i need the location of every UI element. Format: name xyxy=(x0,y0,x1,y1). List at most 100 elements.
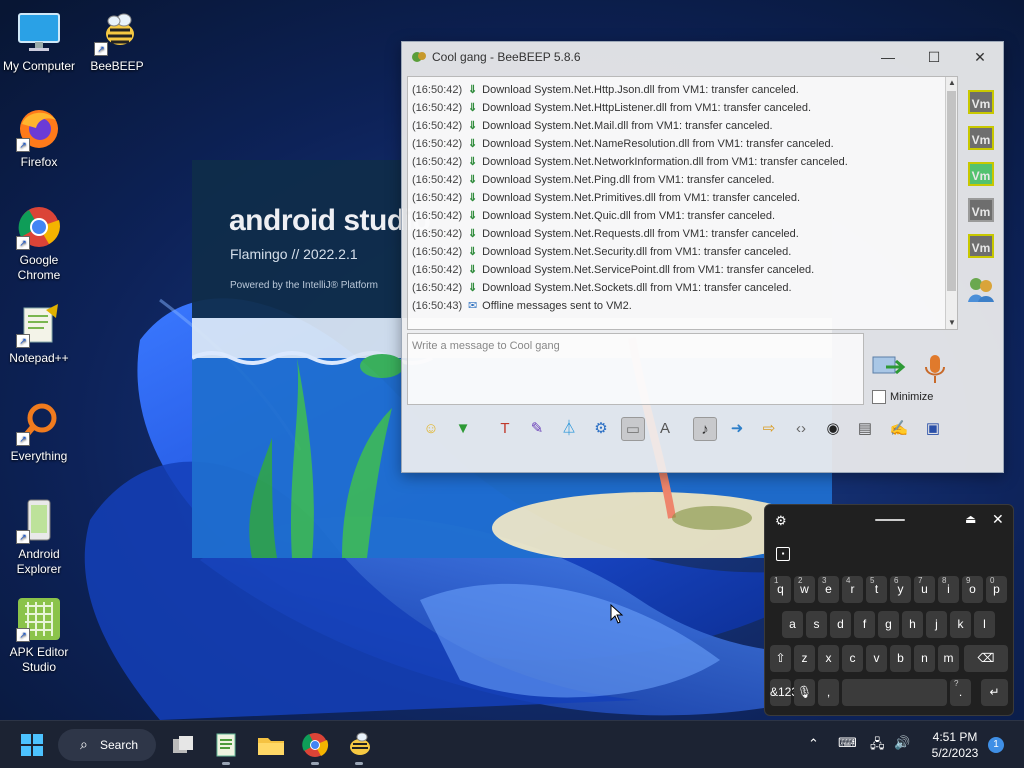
taskbar-app-beebeep[interactable] xyxy=(343,729,375,765)
emoticon-icon[interactable]: ☺ xyxy=(419,417,443,441)
keyboard-tray-icon[interactable]: ⌨ xyxy=(838,735,857,751)
key-e[interactable]: 3e xyxy=(818,576,839,603)
key-w[interactable]: 2w xyxy=(794,576,815,603)
taskbar-app-file-explorer[interactable] xyxy=(255,729,287,761)
start-button[interactable] xyxy=(16,729,48,761)
voice-message-button[interactable] xyxy=(922,353,948,385)
clock-date[interactable]: 5/2/2023 xyxy=(927,746,983,760)
edit-note-icon[interactable]: ✍ xyxy=(887,417,911,441)
key-m[interactable]: m xyxy=(938,645,959,672)
comma-key[interactable]: , xyxy=(818,679,839,706)
window-titlebar[interactable]: Cool gang - BeeBEEP 5.8.6 — ☐ ✕ xyxy=(402,42,1003,72)
key-t[interactable]: 5t xyxy=(866,576,887,603)
desktop-icon-my-computer[interactable]: My Computer xyxy=(0,10,78,74)
key-q[interactable]: 1q xyxy=(770,576,791,603)
key-z[interactable]: z xyxy=(794,645,815,672)
settings-gear-icon[interactable]: ⚙ xyxy=(589,417,613,441)
maximize-window-button[interactable]: ☐ xyxy=(924,48,944,66)
key-g[interactable]: g xyxy=(878,611,899,638)
user-avatar-vm[interactable]: Vm xyxy=(968,162,994,186)
inbox-icon[interactable]: ▼ xyxy=(451,417,475,441)
key-y[interactable]: 6y xyxy=(890,576,911,603)
user-avatar-vm[interactable]: Vm xyxy=(968,126,994,150)
send-file-icon[interactable]: ➜ xyxy=(725,417,749,441)
running-indicator xyxy=(222,762,230,765)
message-input[interactable]: Write a message to Cool gang xyxy=(407,333,864,405)
minimize-window-button[interactable]: — xyxy=(878,48,898,66)
notification-badge[interactable]: 1 xyxy=(988,737,1004,753)
desktop-icon-google-chrome[interactable]: ↗ Google Chrome xyxy=(0,204,78,283)
keyboard-settings-icon[interactable]: ⚙ xyxy=(775,513,787,529)
key-j[interactable]: j xyxy=(926,611,947,638)
desktop-icon-firefox[interactable]: ↗ Firefox xyxy=(0,106,78,170)
font-icon[interactable]: T xyxy=(493,417,517,441)
group-users-icon[interactable] xyxy=(966,274,996,304)
beebeep-chat-window[interactable]: Cool gang - BeeBEEP 5.8.6 — ☐ ✕ (16:50:4… xyxy=(401,41,1004,473)
desktop-icon-apk-editor-studio[interactable]: ↗ APK Editor Studio xyxy=(0,596,78,675)
key-f[interactable]: f xyxy=(854,611,875,638)
network-icon[interactable]: 🖧 xyxy=(870,735,885,757)
key-b[interactable]: b xyxy=(890,645,911,672)
key-i[interactable]: 8i xyxy=(938,576,959,603)
code-icon[interactable]: ‹› xyxy=(789,417,813,441)
user-avatar-vm[interactable]: Vm xyxy=(968,90,994,114)
key-l[interactable]: l xyxy=(974,611,995,638)
dictation-key-icon[interactable]: 🎙 xyxy=(794,679,815,706)
key-d[interactable]: d xyxy=(830,611,851,638)
taskbar-search-box[interactable]: ⌕ Search xyxy=(58,729,156,761)
scroll-up-icon[interactable]: ▲ xyxy=(946,77,957,89)
music-note-icon[interactable]: ♪ xyxy=(693,417,717,441)
share-folder-icon[interactable]: ⇨ xyxy=(757,417,781,441)
desktop-icon-everything[interactable]: ↗ Everything xyxy=(0,400,78,464)
user-avatar-vm[interactable]: Vm xyxy=(968,234,994,258)
desktop-icon-android-explorer[interactable]: ↗ Android Explorer xyxy=(0,498,78,577)
taskbar-app-notepad[interactable] xyxy=(210,729,242,765)
keyboard-dock-icon[interactable]: ⏏ xyxy=(965,512,976,526)
screenshot-icon[interactable]: ▭ xyxy=(621,417,645,441)
enter-key-icon[interactable]: ↵ xyxy=(981,679,1008,706)
key-x[interactable]: x xyxy=(818,645,839,672)
terminal-icon[interactable]: ▤ xyxy=(853,417,877,441)
keyboard-drag-handle[interactable] xyxy=(875,519,905,521)
key-u[interactable]: 7u xyxy=(914,576,935,603)
key-p[interactable]: 0p xyxy=(986,576,1007,603)
key-v[interactable]: v xyxy=(866,645,887,672)
backspace-key-icon[interactable]: ⌫ xyxy=(964,645,1008,672)
show-hidden-icons-chevron[interactable]: ⌃ xyxy=(808,736,819,752)
user-avatar-vm[interactable]: Vm xyxy=(968,198,994,222)
save-icon[interactable]: ▣ xyxy=(921,417,945,441)
space-key[interactable] xyxy=(842,679,947,706)
chat-message-log[interactable]: (16:50:42) ⇓ Download System.Net.Http.Json… xyxy=(407,76,958,330)
volume-icon[interactable]: 🔊 xyxy=(894,735,910,751)
keyboard-close-icon[interactable]: ✕ xyxy=(992,511,1004,528)
camera-icon[interactable]: ◉ xyxy=(821,417,845,441)
filter-icon[interactable]: ⏃ xyxy=(557,417,581,441)
chat-scrollbar[interactable]: ▲ ▼ xyxy=(945,77,957,329)
text-format-icon[interactable]: A xyxy=(653,417,677,441)
color-picker-icon[interactable]: ✎ xyxy=(525,417,549,441)
key-c[interactable]: c xyxy=(842,645,863,672)
desktop-icon-notepad-plus-plus[interactable]: ↗ Notepad++ xyxy=(0,302,78,366)
period-key[interactable]: ?. xyxy=(950,679,971,706)
task-view-button[interactable] xyxy=(167,729,199,761)
shift-key-icon[interactable]: ⇧ xyxy=(770,645,791,672)
symbols-key[interactable]: &123 xyxy=(770,679,798,706)
clipboard-icon[interactable]: ▪ xyxy=(776,547,790,561)
key-o[interactable]: 9o xyxy=(962,576,983,603)
scroll-down-icon[interactable]: ▼ xyxy=(946,317,957,329)
minimize-checkbox[interactable] xyxy=(872,390,886,404)
key-label: v xyxy=(873,651,880,665)
clock-time[interactable]: 4:51 PM xyxy=(930,730,980,744)
key-n[interactable]: n xyxy=(914,645,935,672)
taskbar-app-chrome[interactable] xyxy=(299,729,331,765)
key-a[interactable]: a xyxy=(782,611,803,638)
send-message-button[interactable] xyxy=(872,353,906,381)
key-s[interactable]: s xyxy=(806,611,827,638)
scrollbar-thumb[interactable] xyxy=(947,91,956,291)
key-k[interactable]: k xyxy=(950,611,971,638)
desktop-icon-beebeep[interactable]: ↗ BeeBEEP xyxy=(78,10,156,74)
key-r[interactable]: 4r xyxy=(842,576,863,603)
touch-keyboard[interactable]: ⚙ ⏏ ✕ ▪ 1 q 2 w 3 e 4 r 5 t 6 y 7 u 8 i 9 o 0 p a s d f g h j k l ⇧ z x… xyxy=(764,504,1014,716)
key-h[interactable]: h xyxy=(902,611,923,638)
close-window-button[interactable]: ✕ xyxy=(970,48,990,66)
